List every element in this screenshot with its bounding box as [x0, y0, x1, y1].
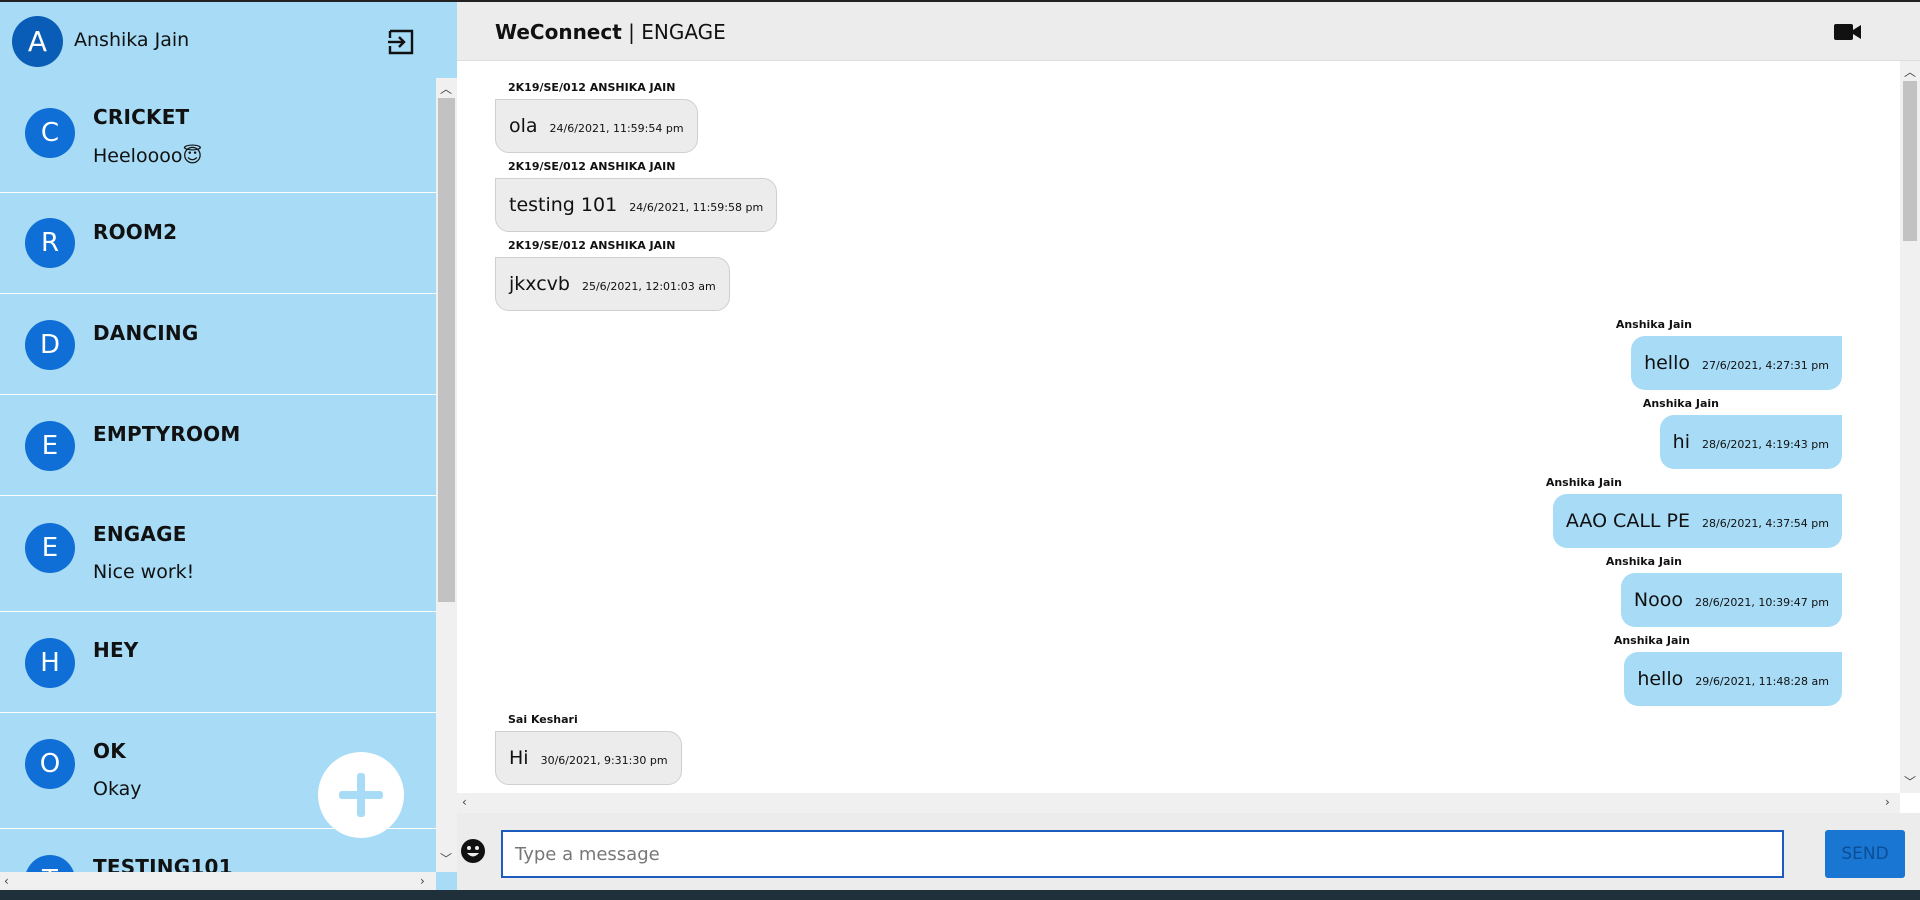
message-text: jkxcvb: [509, 273, 570, 295]
message-bubble: Hi 30/6/2021, 9:31:30 pm: [495, 731, 682, 785]
message-text: testing 101: [509, 194, 618, 216]
room-avatar: E: [25, 421, 75, 471]
message-sender: Anshika Jain: [1545, 476, 1622, 489]
message-sender: Anshika Jain: [1615, 318, 1692, 331]
chat-vertical-scrollbar[interactable]: ︿ ﹀: [1900, 61, 1920, 793]
message-text: hi: [1672, 431, 1690, 453]
message-bubble: hi 28/6/2021, 4:19:43 pm: [1659, 415, 1842, 469]
message-time: 29/6/2021, 11:48:28 am: [1695, 675, 1829, 688]
message-bubble: testing 101 24/6/2021, 11:59:58 pm: [495, 178, 778, 232]
sidebar-vertical-scrollbar[interactable]: ︿ ﹀: [436, 78, 457, 872]
scrollbar-thumb[interactable]: [1903, 81, 1917, 241]
message-time: 25/6/2021, 12:01:03 am: [581, 280, 716, 293]
message-time: 30/6/2021, 9:31:30 pm: [540, 754, 668, 767]
message-composer: SEND: [457, 813, 1920, 900]
scroll-down-icon[interactable]: ﹀: [1904, 773, 1916, 790]
add-room-button[interactable]: [318, 752, 404, 838]
room-last-message: Heeloooo😇: [93, 145, 203, 167]
app-name: WeConnect: [495, 20, 622, 44]
scroll-down-icon[interactable]: ﹀: [440, 850, 452, 867]
logout-icon[interactable]: [386, 29, 416, 55]
room-name: HEY: [93, 638, 139, 662]
room-item-engage[interactable]: E ENGAGE Nice work!: [0, 496, 436, 612]
room-avatar: H: [25, 638, 75, 688]
room-avatar: E: [25, 523, 75, 573]
user-avatar[interactable]: A: [12, 16, 63, 67]
room-avatar: O: [25, 739, 75, 789]
video-camera-icon[interactable]: [1833, 22, 1863, 42]
message-sender: Anshika Jain: [1605, 555, 1682, 568]
message-list: 2K19/SE/012 ANSHIKA JAIN ola 24/6/2021, …: [457, 61, 1900, 793]
taskbar: [0, 890, 1920, 900]
room-name: TESTING101: [93, 855, 233, 872]
chat-panel: WeConnect | ENGAGE 2K19/SE/012 ANSHIKA J…: [457, 0, 1920, 900]
message-bubble: ola 24/6/2021, 11:59:54 pm: [495, 99, 698, 153]
message-text: Nooo: [1633, 589, 1683, 611]
message-text: Hi: [509, 747, 529, 769]
message-sender: 2K19/SE/012 ANSHIKA JAIN: [508, 160, 676, 173]
message-input[interactable]: [501, 830, 1784, 878]
message-time: 28/6/2021, 4:37:54 pm: [1702, 517, 1829, 530]
room-title: ENGAGE: [641, 20, 726, 44]
chat-title: WeConnect | ENGAGE: [495, 20, 726, 44]
message-sender: 2K19/SE/012 ANSHIKA JAIN: [508, 81, 676, 94]
scroll-left-icon[interactable]: ‹: [462, 795, 467, 809]
message-time: 28/6/2021, 4:19:43 pm: [1702, 438, 1829, 451]
room-name: ROOM2: [93, 220, 178, 244]
room-item-emptyroom[interactable]: E EMPTYROOM: [0, 395, 436, 496]
message-sender: 2K19/SE/012 ANSHIKA JAIN: [508, 239, 676, 252]
room-item-dancing[interactable]: D DANCING: [0, 294, 436, 395]
message-time: 24/6/2021, 11:59:54 pm: [549, 122, 684, 135]
scroll-right-icon[interactable]: ›: [1885, 795, 1890, 809]
scroll-right-icon[interactable]: ›: [420, 874, 425, 888]
message-text: hello: [1637, 668, 1684, 690]
message-bubble: jkxcvb 25/6/2021, 12:01:03 am: [495, 257, 730, 311]
message-time: 27/6/2021, 4:27:31 pm: [1702, 359, 1829, 372]
scrollbar-thumb[interactable]: [438, 98, 455, 602]
sidebar-horizontal-scrollbar[interactable]: ‹ ›: [0, 872, 436, 892]
smiley-icon[interactable]: [460, 838, 486, 864]
room-avatar: R: [25, 218, 75, 268]
message-sender: Anshika Jain: [1613, 634, 1690, 647]
message-text: ola: [509, 115, 538, 137]
message-bubble: hello 27/6/2021, 4:27:31 pm: [1631, 336, 1842, 390]
room-item-cricket[interactable]: C CRICKET Heeloooo😇: [0, 78, 436, 193]
message-time: 28/6/2021, 10:39:47 pm: [1695, 596, 1829, 609]
scroll-left-icon[interactable]: ‹: [4, 874, 9, 888]
room-item-hey[interactable]: H HEY: [0, 612, 436, 713]
send-button[interactable]: SEND: [1825, 830, 1905, 878]
scroll-up-icon[interactable]: ︿: [440, 80, 452, 97]
message-bubble: hello 29/6/2021, 11:48:28 am: [1624, 652, 1842, 706]
chat-header: WeConnect | ENGAGE: [457, 2, 1920, 61]
room-name: CRICKET: [93, 105, 190, 129]
room-avatar: C: [25, 108, 75, 158]
scroll-up-icon[interactable]: ︿: [1904, 63, 1916, 80]
room-avatar: D: [25, 320, 75, 370]
room-name: DANCING: [93, 321, 199, 345]
message-bubble: Nooo 28/6/2021, 10:39:47 pm: [1620, 573, 1842, 627]
message-text: AAO CALL PE: [1565, 510, 1690, 532]
chat-horizontal-scrollbar[interactable]: ‹ ›: [457, 793, 1900, 813]
room-last-message: Okay: [93, 778, 142, 800]
message-sender: Sai Keshari: [508, 713, 578, 726]
user-header: A Anshika Jain: [0, 2, 457, 78]
room-last-message: Nice work!: [93, 561, 195, 583]
message-sender: Anshika Jain: [1642, 397, 1719, 410]
message-time: 24/6/2021, 11:59:58 pm: [629, 201, 764, 214]
room-avatar: T: [25, 855, 75, 872]
room-item-room2[interactable]: R ROOM2: [0, 193, 436, 294]
message-bubble: AAO CALL PE 28/6/2021, 4:37:54 pm: [1552, 494, 1842, 548]
sidebar: A Anshika Jain C CRICKET Heeloooo😇 R ROO…: [0, 0, 457, 900]
room-name: OK: [93, 739, 126, 763]
user-name: Anshika Jain: [74, 29, 190, 51]
title-separator: |: [621, 20, 642, 44]
room-name: ENGAGE: [93, 522, 187, 546]
message-text: hello: [1644, 352, 1690, 374]
room-name: EMPTYROOM: [93, 422, 241, 446]
